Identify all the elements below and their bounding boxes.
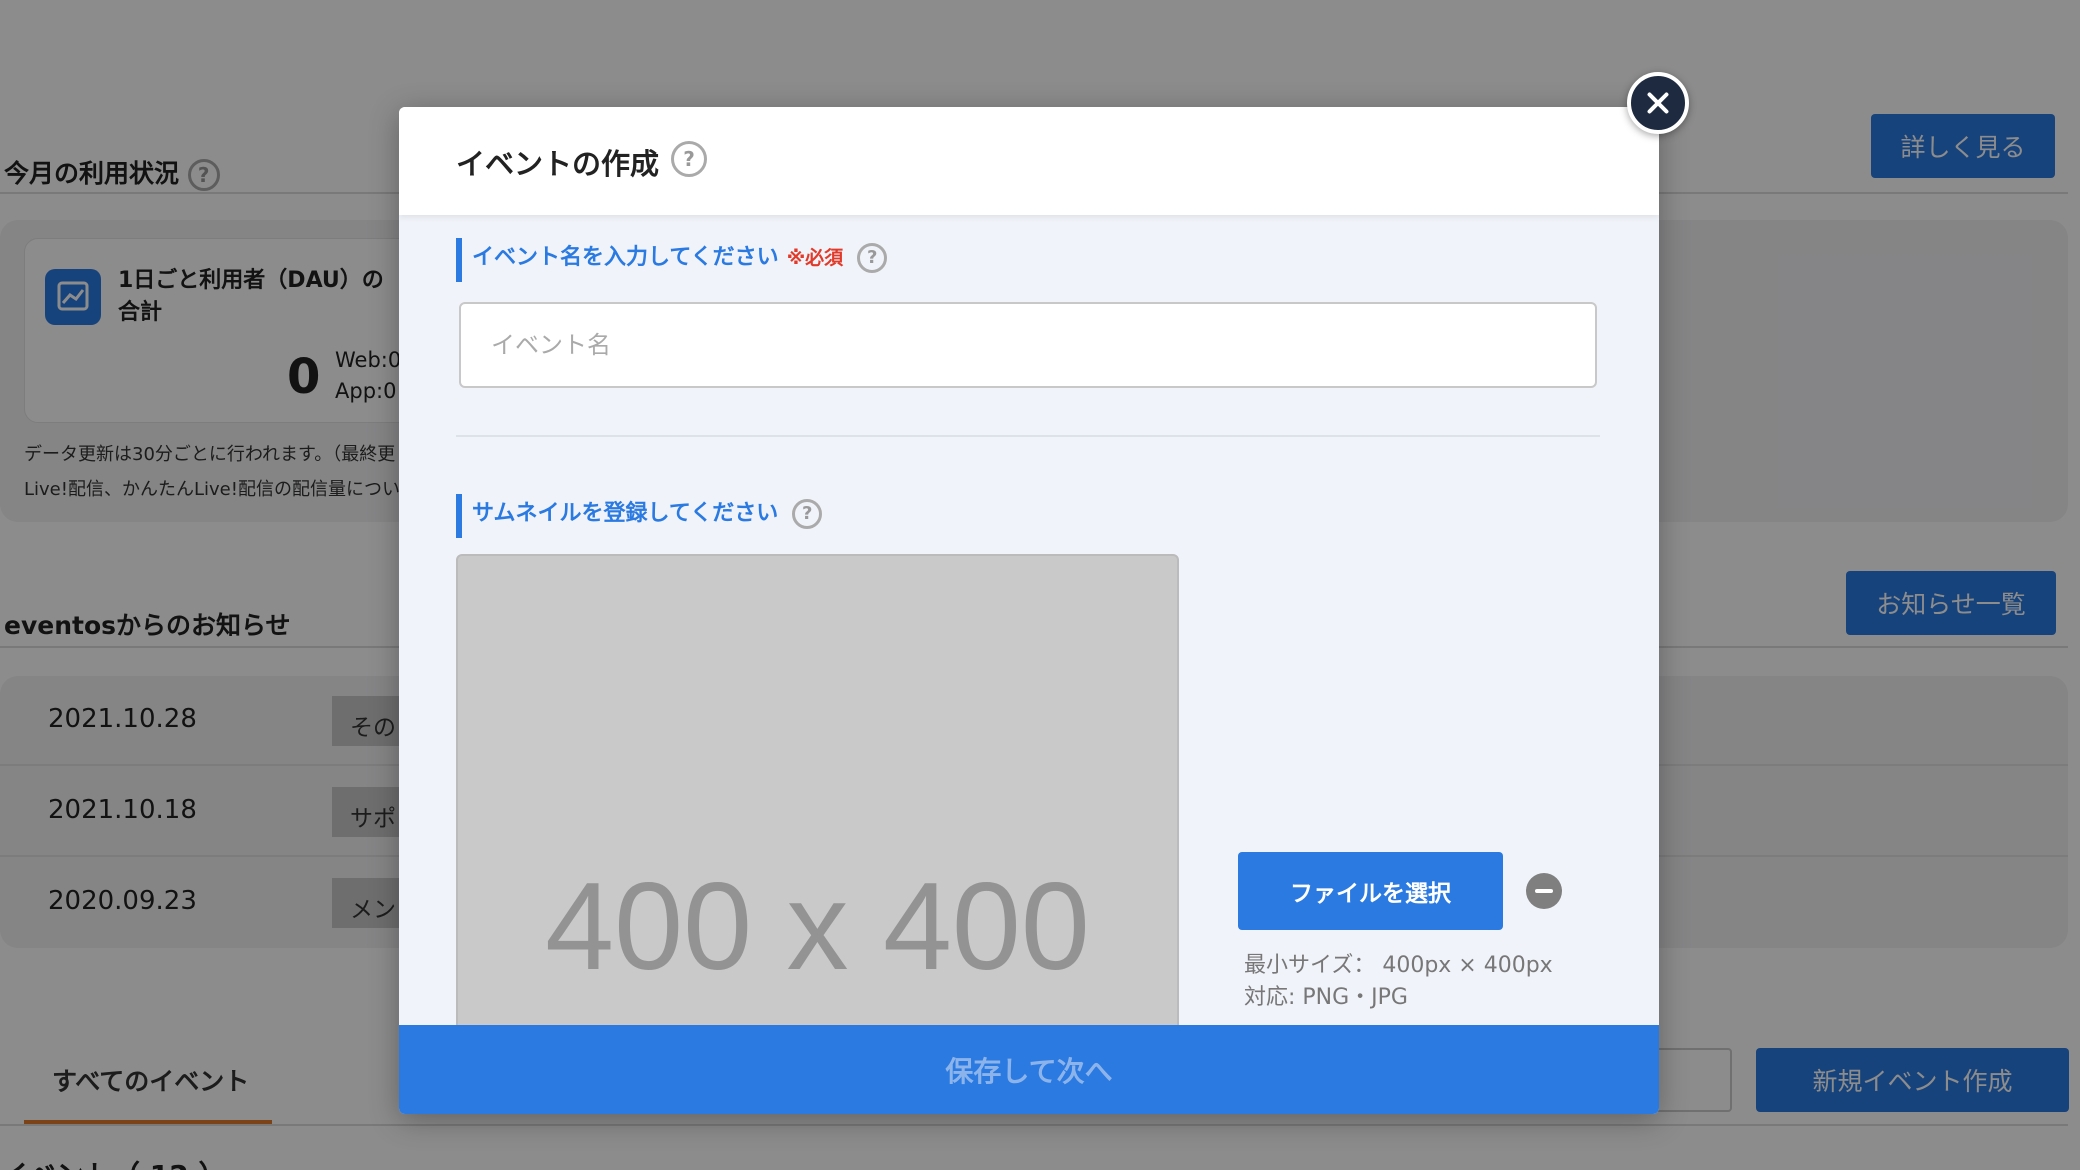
required-mark: ※必須 — [786, 247, 844, 269]
help-icon[interactable]: ? — [792, 499, 823, 529]
remove-circle-icon[interactable] — [1526, 873, 1562, 909]
close-icon[interactable] — [1627, 72, 1689, 134]
help-icon[interactable]: ? — [671, 141, 707, 177]
thumbnail-placeholder-text: 400 x 400 — [545, 858, 1090, 996]
modal-title: イベントの作成 — [456, 147, 660, 181]
modal-header: イベントの作成 ? — [399, 107, 1659, 215]
min-size-spec: 最小サイズ： 400px × 400px — [1244, 953, 1553, 978]
choose-file-button[interactable]: ファイルを選択 — [1238, 852, 1503, 930]
field-divider — [456, 435, 1600, 437]
event-name-input[interactable] — [459, 302, 1597, 388]
save-next-button[interactable]: 保存して次へ — [399, 1025, 1659, 1114]
help-icon[interactable]: ? — [857, 243, 888, 273]
event-name-label: イベント名を入力してください ※必須? — [456, 238, 888, 282]
format-spec: 対応: PNG・JPG — [1244, 985, 1408, 1010]
thumbnail-label: サムネイルを登録してください? — [456, 494, 823, 538]
create-event-modal: イベントの作成 ? イベント名を入力してください※必須? サムネイルを登録してく… — [399, 107, 1659, 1114]
